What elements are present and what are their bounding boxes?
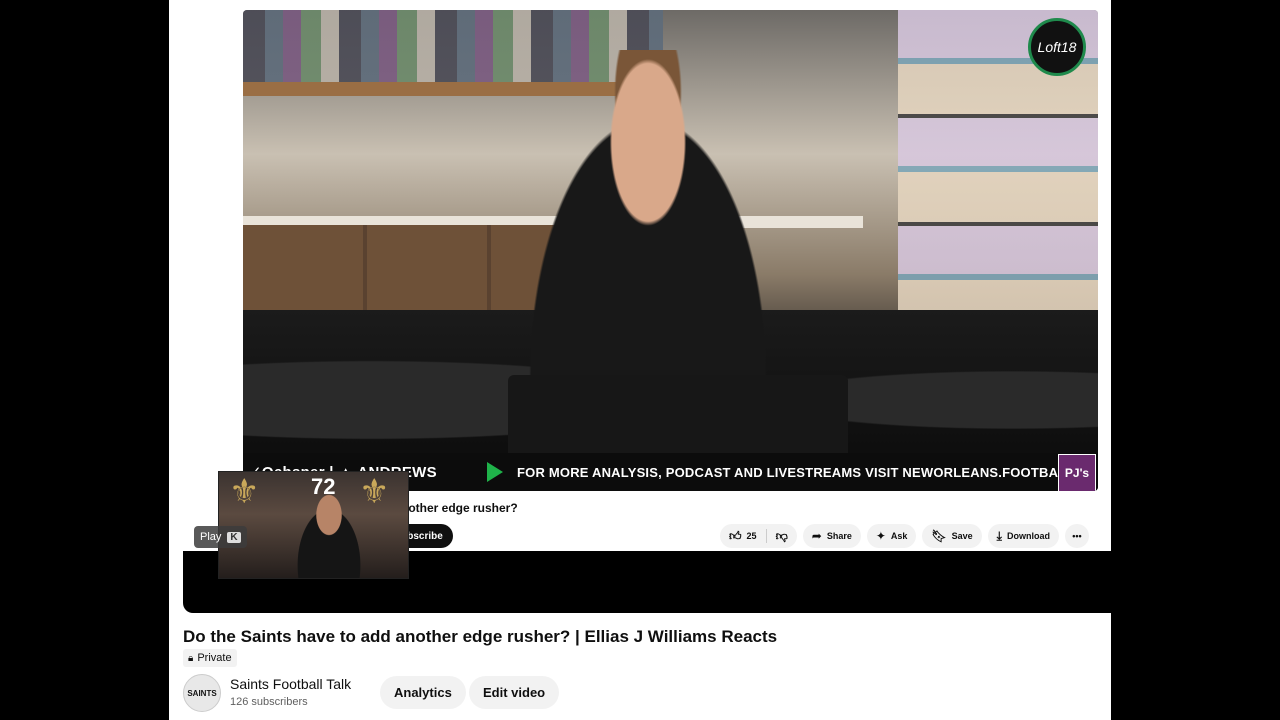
laptop bbox=[508, 375, 848, 465]
edit-video-button[interactable]: Edit video bbox=[469, 676, 560, 709]
watch-page: Loft18 ✓Ochsner | ▲ ANDREWS FOR MORE ANA… bbox=[169, 0, 1111, 720]
channel-name[interactable]: Saints Football Talk bbox=[230, 676, 351, 692]
play-tooltip-label: Play bbox=[200, 531, 222, 543]
action-bar: 👍︎ 25 👎︎ ➦ Share ✦ Ask 🔖︎ Save ⤓ Downloa… bbox=[720, 524, 1089, 548]
thumbs-down-icon: 👎︎ bbox=[775, 529, 788, 543]
download-label: Download bbox=[1006, 531, 1050, 541]
video-player[interactable]: Loft18 ✓Ochsner | ▲ ANDREWS FOR MORE ANA… bbox=[243, 10, 1098, 491]
ask-button[interactable]: ✦ Ask bbox=[866, 524, 917, 548]
save-button[interactable]: 🔖︎ Save bbox=[922, 524, 982, 548]
like-count: 25 bbox=[746, 531, 757, 541]
lock-icon: 🔒︎ bbox=[188, 652, 194, 664]
mini-player[interactable]: ⚜ ⚜ 72 bbox=[218, 471, 409, 579]
channel-avatar[interactable]: SAINTS bbox=[183, 674, 221, 712]
thumbs-up-icon: 👍︎ bbox=[729, 529, 742, 543]
analytics-button[interactable]: Analytics bbox=[380, 676, 466, 709]
share-button[interactable]: ➦ Share bbox=[802, 524, 861, 548]
pjs-logo: PJ's bbox=[1058, 454, 1096, 491]
play-tooltip: Play K bbox=[194, 526, 247, 548]
privacy-label: Private bbox=[197, 652, 232, 664]
save-label: Save bbox=[951, 531, 973, 541]
like-dislike-group: 👍︎ 25 👎︎ bbox=[720, 524, 797, 548]
like-button[interactable]: 👍︎ 25 bbox=[720, 524, 766, 548]
loft-logo: Loft18 bbox=[1028, 18, 1086, 76]
underlay-title-fragment: nother edge rusher? bbox=[401, 501, 518, 515]
mini-player-figure bbox=[289, 494, 369, 578]
share-arrow-icon: ➦ bbox=[811, 529, 822, 543]
keyboard-shortcut: K bbox=[227, 531, 241, 543]
bookmark-icon: 🔖︎ bbox=[931, 529, 947, 543]
share-label: Share bbox=[826, 531, 852, 541]
more-actions-button[interactable]: ••• bbox=[1064, 524, 1089, 548]
sparkle-icon: ✦ bbox=[875, 529, 886, 543]
ask-label: Ask bbox=[890, 531, 908, 541]
play-triangle-icon bbox=[487, 462, 503, 482]
subscriber-count: 126 subscribers bbox=[230, 696, 308, 708]
download-icon: ⤓ bbox=[996, 529, 1002, 543]
lower-third-text: FOR MORE ANALYSIS, PODCAST AND LIVESTREA… bbox=[517, 464, 1075, 480]
download-button[interactable]: ⤓ Download bbox=[987, 524, 1059, 548]
dislike-button[interactable]: 👎︎ bbox=[767, 524, 797, 548]
fleur-de-lis-icon: ⚜ bbox=[229, 473, 260, 511]
privacy-badge: 🔒︎ Private bbox=[183, 649, 237, 667]
video-title: Do the Saints have to add another edge r… bbox=[183, 627, 778, 646]
more-dots-icon: ••• bbox=[1072, 531, 1082, 541]
